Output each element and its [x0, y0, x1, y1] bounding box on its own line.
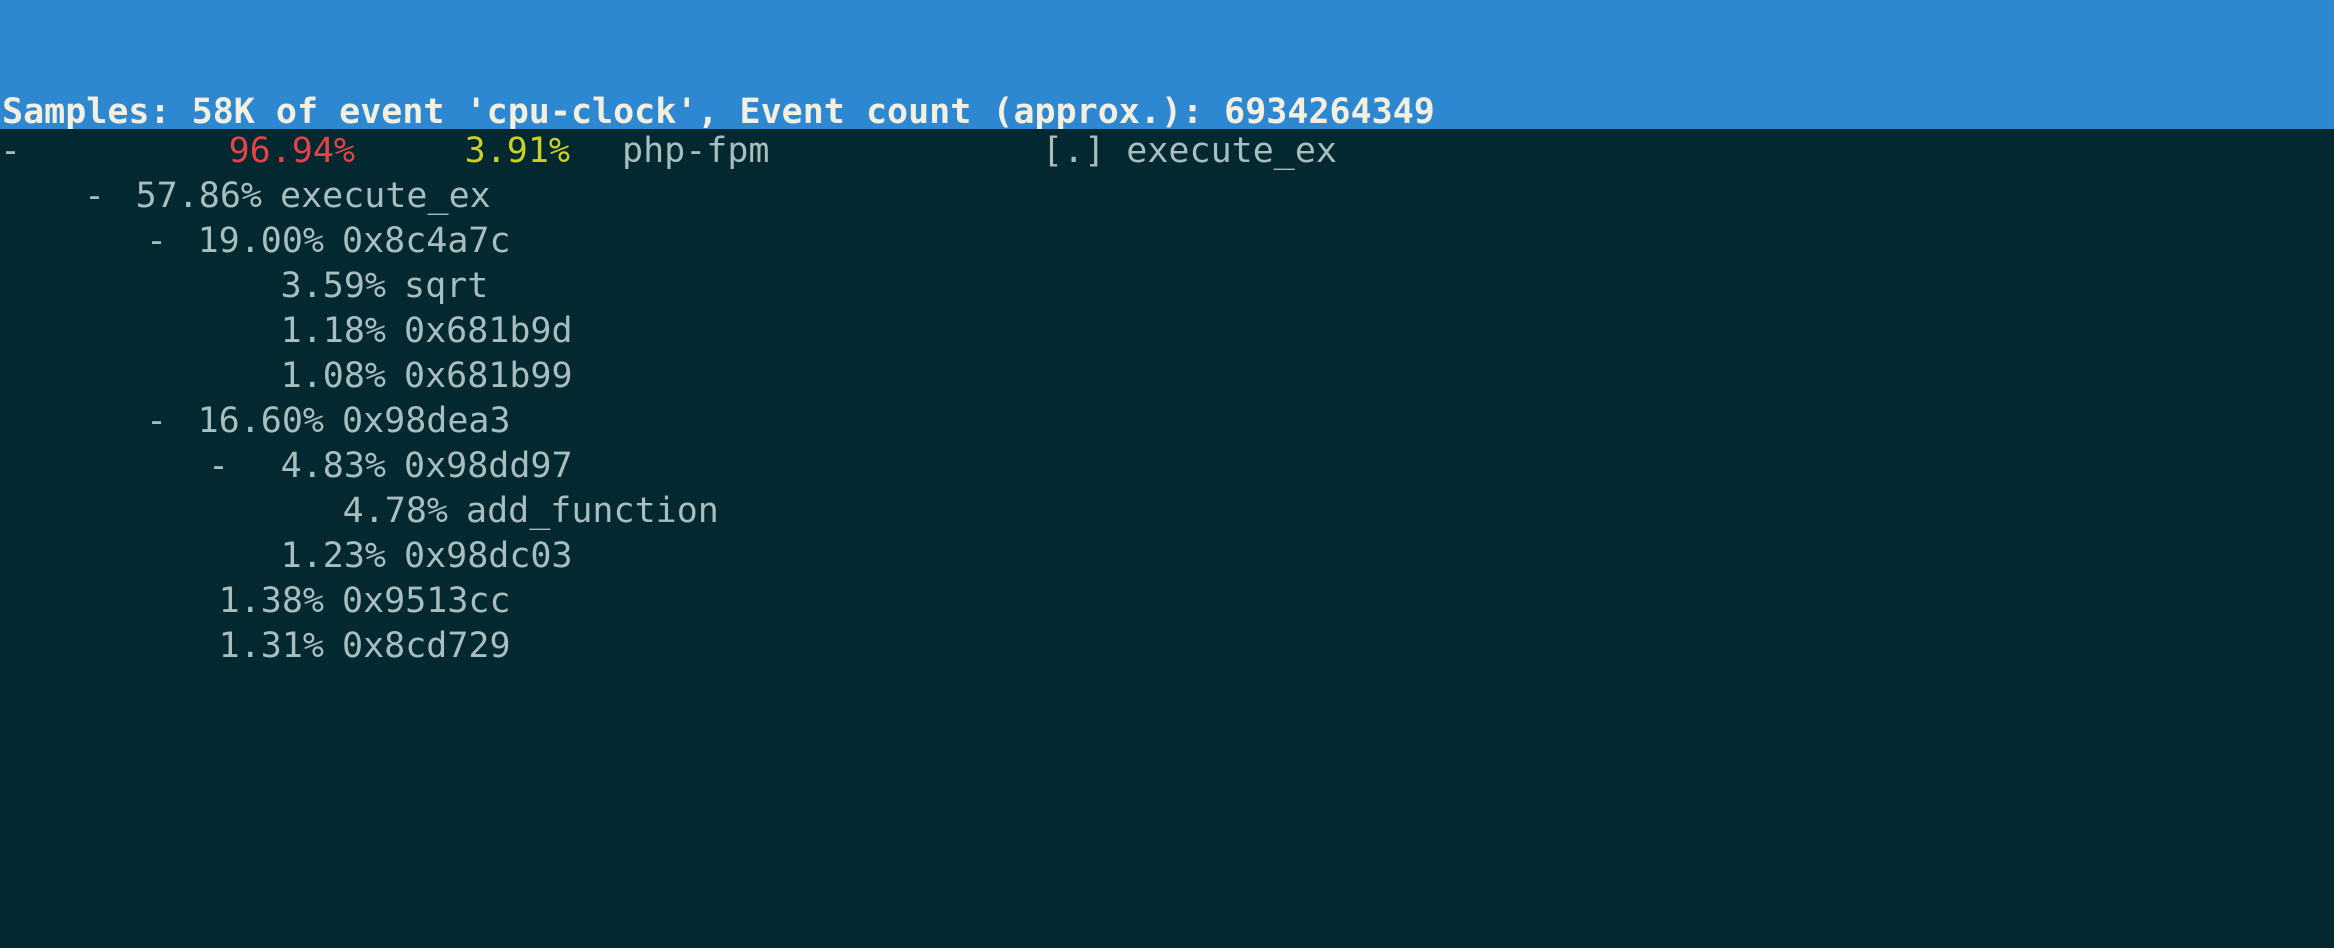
callgraph-row[interactable]: -19.00%0x8c4a7c — [0, 219, 2334, 264]
callgraph-leaf-marker — [186, 534, 256, 579]
callgraph-collapse-icon[interactable]: - — [124, 399, 194, 444]
callgraph-leaf-marker — [124, 579, 194, 624]
callgraph-leaf-marker — [124, 624, 194, 669]
callgraph-symbol: 0x8c4a7c — [324, 219, 511, 264]
expand-toggle-icon[interactable]: - — [0, 129, 30, 174]
callgraph-leaf-marker — [248, 489, 318, 534]
callgraph-symbol: add_function — [448, 489, 719, 534]
callgraph-collapse-icon[interactable]: - — [62, 174, 132, 219]
cell-shared-object: php-fpm — [570, 129, 1042, 174]
header-band: Samples: 58K of event 'cpu-clock', Event… — [0, 0, 2334, 129]
callgraph-symbol: 0x98dd97 — [386, 444, 573, 489]
callgraph-pct: 4.78% — [318, 489, 448, 534]
table-row[interactable]: -96.94%3.91%php-fpm[.] execute_ex — [0, 129, 2334, 174]
callgraph-row[interactable]: 1.08%0x681b99 — [0, 354, 2334, 399]
callgraph-row[interactable]: 4.78%add_function — [0, 489, 2334, 534]
perf-report-terminal: Samples: 58K of event 'cpu-clock', Event… — [0, 0, 2334, 948]
callgraph-row[interactable]: 1.31%0x8cd729 — [0, 624, 2334, 669]
callgraph-row[interactable]: -16.60%0x98dea3 — [0, 399, 2334, 444]
callgraph-pct: 1.23% — [256, 534, 386, 579]
cell-children-pct: 96.94% — [30, 129, 355, 174]
callgraph-symbol: sqrt — [386, 264, 488, 309]
callgraph-leaf-marker — [186, 309, 256, 354]
callgraph-pct: 1.31% — [194, 624, 324, 669]
callgraph-collapse-icon[interactable]: - — [124, 219, 194, 264]
callgraph-collapse-icon[interactable]: - — [186, 444, 256, 489]
callgraph-pct: 57.86% — [132, 174, 262, 219]
callgraph-pct: 4.83% — [256, 444, 386, 489]
callgraph-pct: 16.60% — [194, 399, 324, 444]
callgraph-pct: 19.00% — [194, 219, 324, 264]
report-rows: -96.94%3.91%php-fpm[.] execute_ex-57.86%… — [0, 129, 2334, 669]
callgraph-symbol: 0x98dea3 — [324, 399, 511, 444]
callgraph-row[interactable]: 1.18%0x681b9d — [0, 309, 2334, 354]
callgraph-row[interactable]: 1.23%0x98dc03 — [0, 534, 2334, 579]
callgraph-row[interactable]: -57.86%execute_ex — [0, 174, 2334, 219]
cell-symbol: [.] execute_ex — [1042, 129, 1337, 174]
cell-self-pct: 3.91% — [355, 129, 570, 174]
callgraph-pct: 1.38% — [194, 579, 324, 624]
callgraph-symbol: 0x681b9d — [386, 309, 573, 354]
callgraph-pct: 1.18% — [256, 309, 386, 354]
callgraph-symbol: 0x681b99 — [386, 354, 573, 399]
callgraph-row[interactable]: 1.38%0x9513cc — [0, 579, 2334, 624]
callgraph-symbol: 0x98dc03 — [386, 534, 573, 579]
callgraph-row[interactable]: -4.83%0x98dd97 — [0, 444, 2334, 489]
status-line: Samples: 58K of event 'cpu-clock', Event… — [0, 90, 2334, 129]
callgraph-symbol: execute_ex — [262, 174, 491, 219]
callgraph-symbol: 0x8cd729 — [324, 624, 511, 669]
callgraph-leaf-marker — [186, 354, 256, 399]
callgraph-symbol: 0x9513cc — [324, 579, 511, 624]
callgraph-leaf-marker — [186, 264, 256, 309]
callgraph-pct: 3.59% — [256, 264, 386, 309]
callgraph-pct: 1.08% — [256, 354, 386, 399]
callgraph-row[interactable]: 3.59%sqrt — [0, 264, 2334, 309]
